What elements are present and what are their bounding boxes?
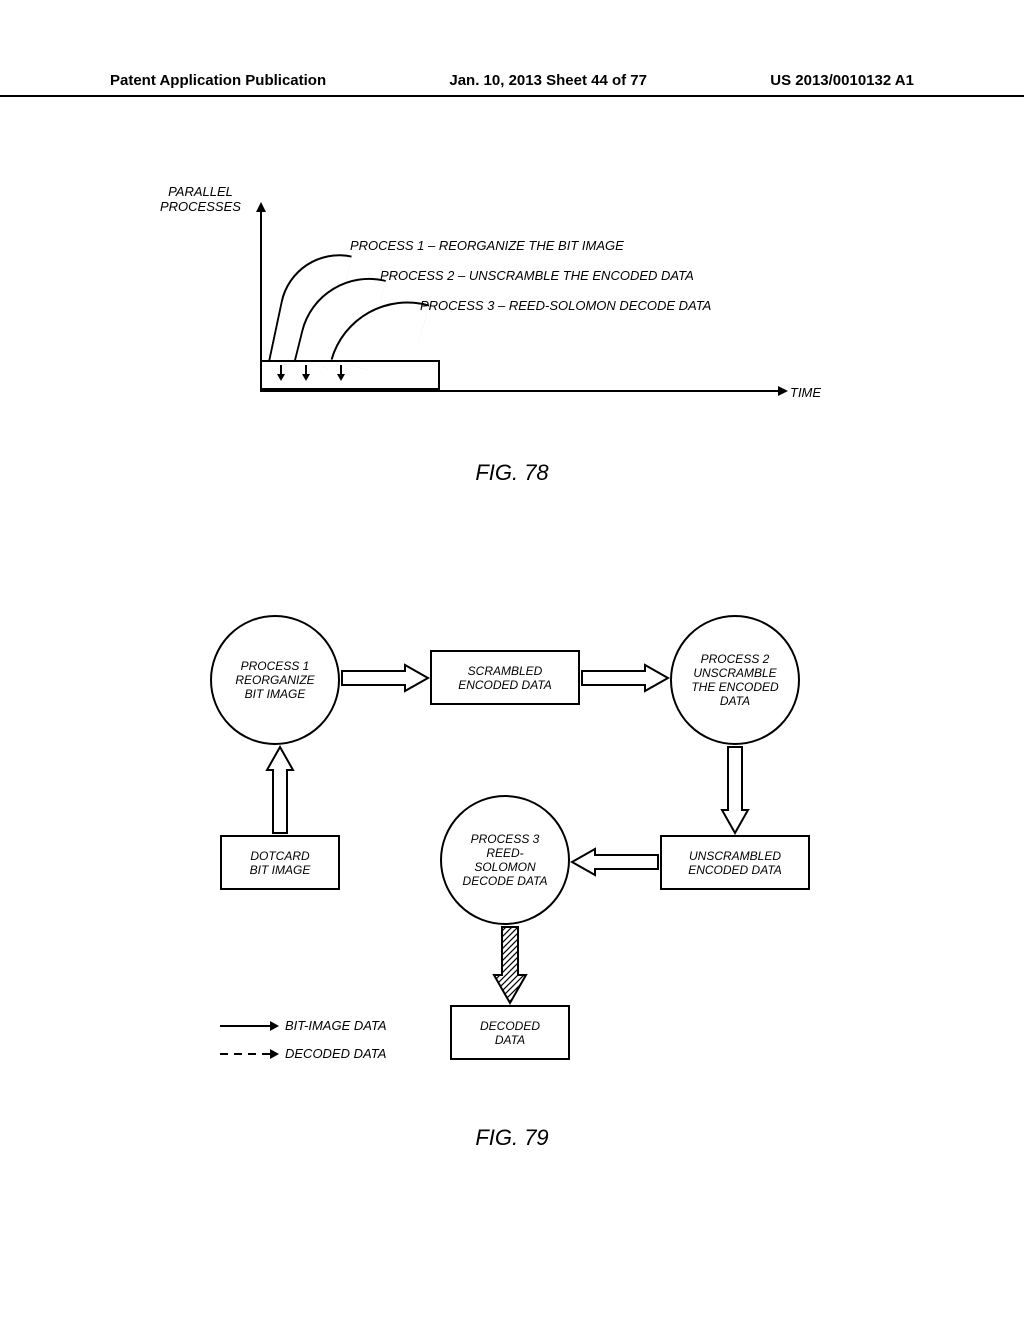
page-header: Patent Application Publication Jan. 10, … xyxy=(0,72,1024,97)
arrow-p1-to-scrambled xyxy=(340,663,430,693)
process-2-circle: PROCESS 2 UNSCRAMBLE THE ENCODED DATA xyxy=(670,615,800,745)
tick-head-1 xyxy=(277,374,285,381)
decoded-box: DECODED DATA xyxy=(450,1005,570,1060)
figure-79-caption: FIG. 79 xyxy=(0,1125,1024,1151)
x-axis-arrow xyxy=(260,390,780,392)
legend-line-dashed xyxy=(220,1053,270,1055)
y-axis-label: PARALLEL PROCESSES xyxy=(160,184,241,214)
figure-78-caption: FIG. 78 xyxy=(0,460,1024,486)
legend-arrowhead-2 xyxy=(270,1049,279,1059)
arrow-unscrambled-to-p3 xyxy=(570,847,660,877)
tick-head-2 xyxy=(302,374,310,381)
x-axis-label: TIME xyxy=(790,385,821,400)
header-left: Patent Application Publication xyxy=(110,72,326,89)
process-3-label: PROCESS 3 – REED-SOLOMON DECODE DATA xyxy=(420,298,711,313)
arrow-scrambled-to-p2 xyxy=(580,663,670,693)
legend-line-solid xyxy=(220,1025,270,1027)
unscrambled-box: UNSCRAMBLED ENCODED DATA xyxy=(660,835,810,890)
arrow-p2-to-unscrambled xyxy=(720,745,750,835)
figure-79: PROCESS 1 REORGANIZE BIT IMAGE SCRAMBLED… xyxy=(180,595,860,1155)
process-1-label: PROCESS 1 – REORGANIZE THE BIT IMAGE xyxy=(350,238,624,253)
process-1-circle: PROCESS 1 REORGANIZE BIT IMAGE xyxy=(210,615,340,745)
figure-78: PARALLEL PROCESSES TIME PROCESS 1 – REOR… xyxy=(190,190,830,450)
arrow-dotcard-to-p1 xyxy=(265,745,295,835)
header-mid: Jan. 10, 2013 Sheet 44 of 77 xyxy=(449,72,647,89)
tick-head-3 xyxy=(337,374,345,381)
header-right: US 2013/0010132 A1 xyxy=(770,72,914,89)
process-2-label: PROCESS 2 – UNSCRAMBLE THE ENCODED DATA xyxy=(380,268,694,283)
dotcard-box: DOTCARD BIT IMAGE xyxy=(220,835,340,890)
legend-arrowhead-1 xyxy=(270,1021,279,1031)
legend-bit-image: BIT-IMAGE DATA xyxy=(285,1018,387,1033)
process-3-circle: PROCESS 3 REED- SOLOMON DECODE DATA xyxy=(440,795,570,925)
arrow-p3-to-decoded xyxy=(490,925,530,1005)
scrambled-box: SCRAMBLED ENCODED DATA xyxy=(430,650,580,705)
legend-decoded: DECODED DATA xyxy=(285,1046,386,1061)
